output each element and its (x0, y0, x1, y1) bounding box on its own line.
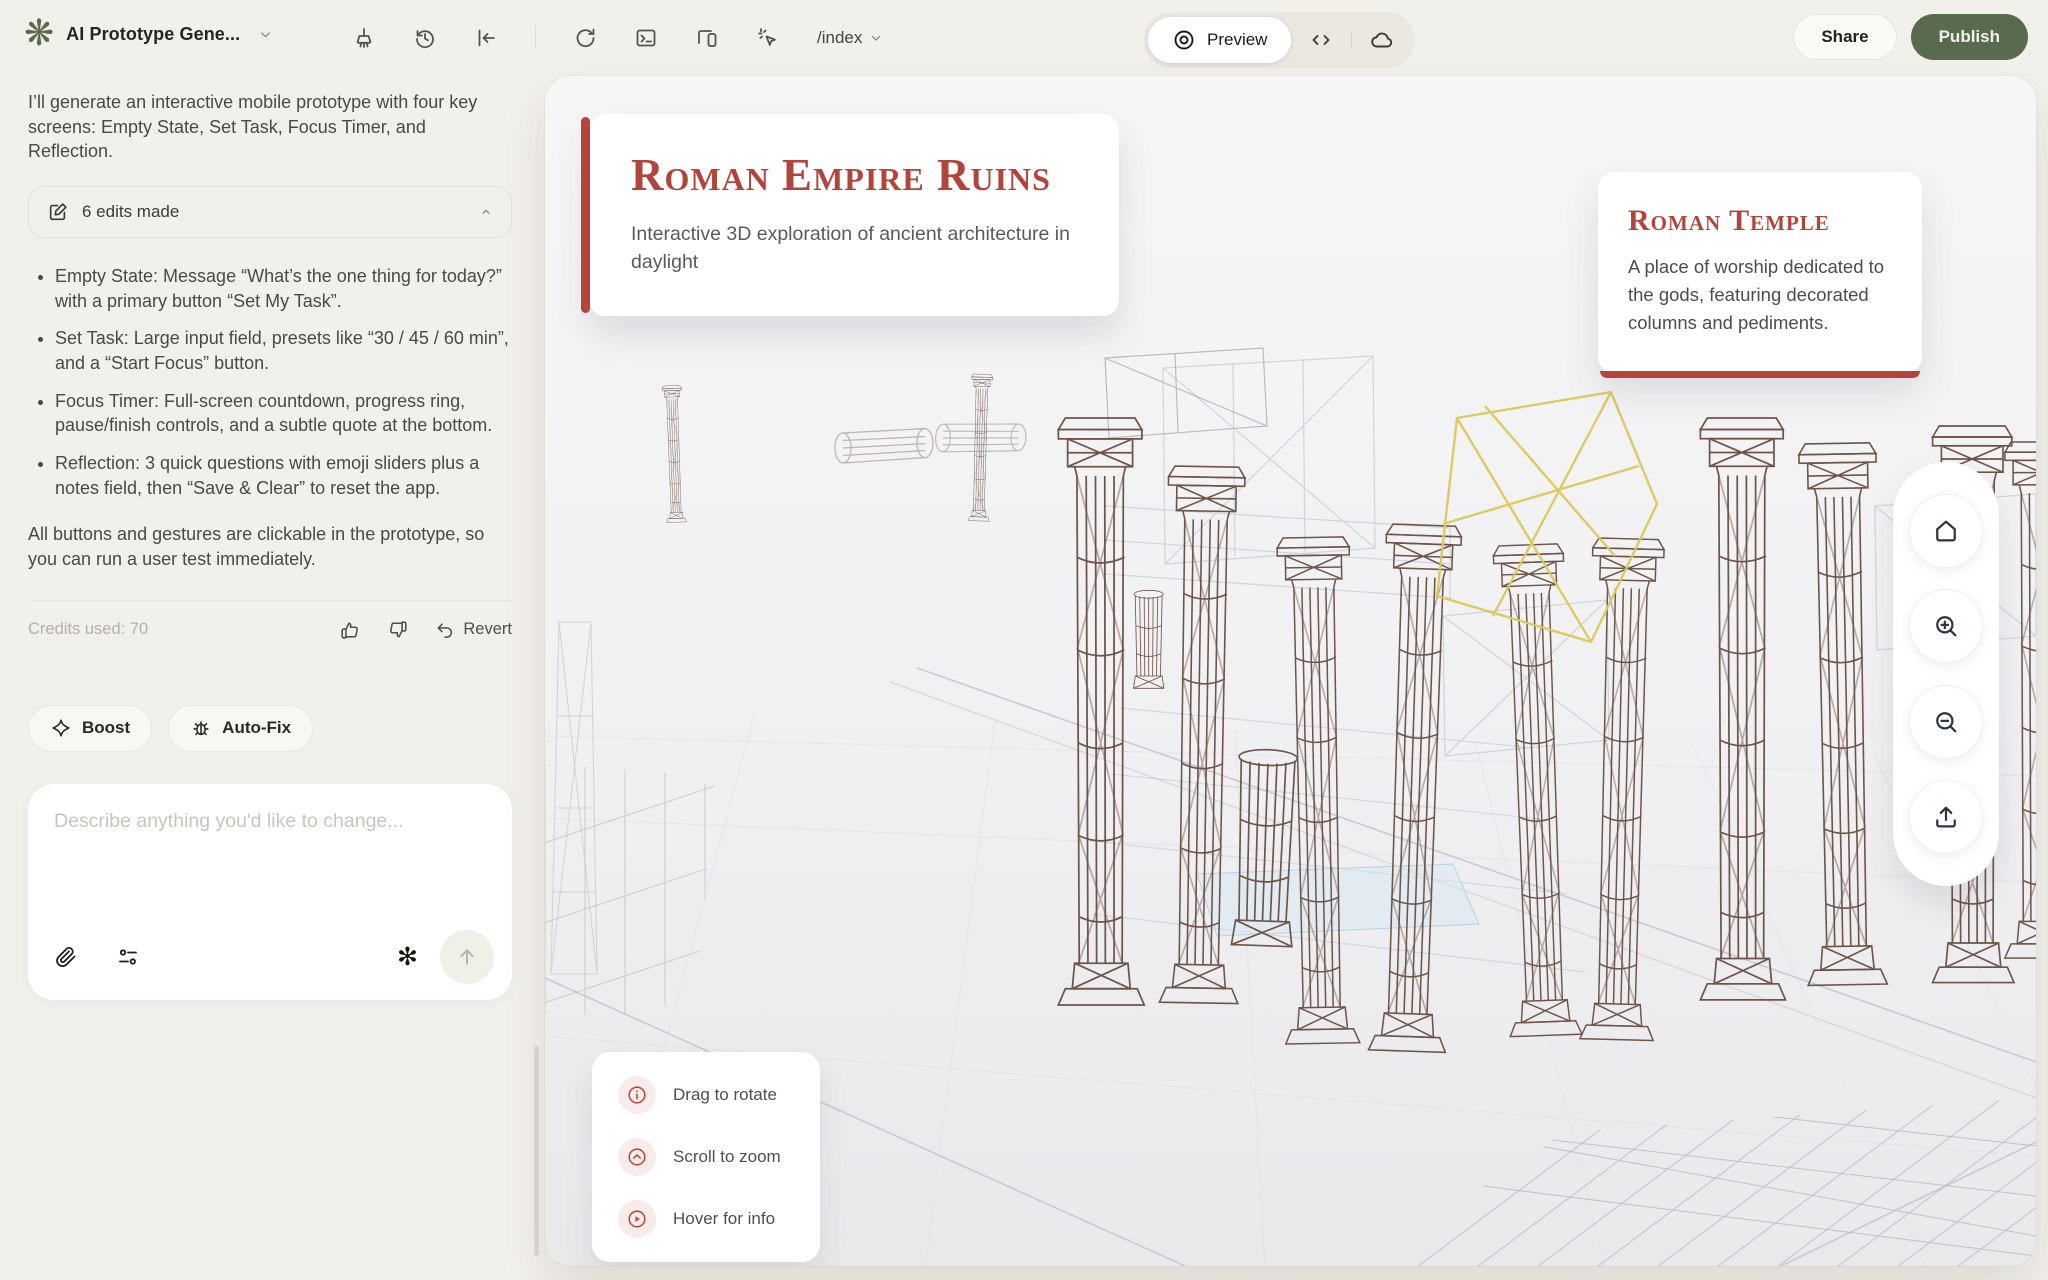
zoom-out-button[interactable] (1909, 685, 1983, 759)
code-tab[interactable] (1293, 17, 1349, 63)
thumbs-up-icon[interactable] (339, 619, 361, 641)
prompt-input[interactable] (54, 810, 486, 920)
cloud-icon (1370, 28, 1394, 52)
preview-tab-label: Preview (1207, 30, 1267, 50)
scene-subtitle: Interactive 3D exploration of ancient ar… (631, 221, 1077, 276)
cursor-select-icon[interactable] (756, 26, 780, 50)
app-logo-icon: ❋ (24, 14, 54, 54)
viewer-controls (1893, 462, 1999, 886)
assistant-message: I’ll generate an interactive mobile prot… (28, 90, 512, 164)
zoom-out-icon (1932, 708, 1960, 736)
chat-sidebar: I’ll generate an interactive mobile prot… (28, 90, 512, 1000)
interaction-hints-panel: Drag to rotate Scroll to zoom Hover for … (592, 1052, 820, 1262)
feedback-controls: Revert (339, 619, 512, 641)
publish-button[interactable]: Publish (1911, 14, 2028, 60)
settings-sliders-icon[interactable] (116, 945, 140, 969)
collapse-left-icon[interactable] (474, 26, 498, 50)
history-icon[interactable] (413, 26, 437, 50)
autofix-button[interactable]: Auto-Fix (168, 705, 313, 752)
share-button[interactable]: Share (1793, 14, 1896, 60)
responsive-devices-icon[interactable] (695, 26, 719, 50)
send-button[interactable] (440, 930, 494, 984)
toggle-divider (1351, 30, 1352, 50)
publish-label: Publish (1939, 27, 2000, 47)
scroll-icon (618, 1138, 656, 1176)
toolbar: /index (352, 0, 883, 76)
edits-summary-toggle[interactable]: 6 edits made (28, 186, 512, 238)
route-selector[interactable]: /index (817, 28, 883, 48)
info-icon (618, 1076, 656, 1114)
object-info-card: Roman Temple A place of worship dedicate… (1598, 172, 1922, 373)
credits-used: Credits used: 70 (28, 620, 148, 639)
code-icon (1309, 28, 1333, 52)
scene-title-card: Roman Empire Ruins Interactive 3D explor… (589, 114, 1119, 316)
bug-icon (190, 717, 212, 739)
hint-label: Hover for info (673, 1209, 775, 1229)
sparkle-icon (50, 717, 72, 739)
scene-title: Roman Empire Ruins (631, 150, 1077, 201)
boost-label: Boost (82, 718, 130, 738)
list-item: Focus Timer: Full-screen countdown, prog… (55, 389, 512, 438)
screen-spec-list: Empty State: Message “What’s the one thi… (28, 264, 512, 500)
assistant-message: All buttons and gestures are clickable i… (28, 522, 512, 571)
hint-row: Hover for info (618, 1200, 794, 1238)
prompt-composer: ✻ (28, 784, 512, 1000)
toolbar-divider (535, 26, 536, 50)
revert-label: Revert (463, 620, 512, 639)
undo-icon (435, 620, 455, 640)
chevron-down-icon (869, 31, 883, 45)
view-mode-toggle: Preview (1143, 12, 1415, 68)
share-label: Share (1821, 27, 1868, 47)
cloud-tab[interactable] (1354, 17, 1410, 63)
hint-label: Scroll to zoom (673, 1147, 781, 1167)
share-view-button[interactable] (1909, 780, 1983, 854)
autofix-label: Auto-Fix (222, 718, 291, 738)
upload-icon (1932, 803, 1960, 831)
edit-icon (47, 201, 69, 223)
sidebar-scrollbar[interactable] (534, 1046, 539, 1256)
divider (28, 600, 512, 601)
project-menu[interactable]: ❋ AI Prototype Gene... (24, 14, 273, 54)
zoom-in-button[interactable] (1909, 589, 1983, 663)
home-icon (1932, 517, 1960, 545)
list-item: Empty State: Message “What’s the one thi… (55, 264, 512, 313)
quick-actions: Boost Auto-Fix (28, 705, 512, 752)
hint-label: Drag to rotate (673, 1085, 777, 1105)
boost-button[interactable]: Boost (28, 705, 152, 752)
eye-icon (1172, 28, 1196, 52)
preview-canvas: Roman Empire Ruins Interactive 3D explor… (545, 76, 2036, 1266)
play-icon (618, 1200, 656, 1238)
openai-model-icon[interactable]: ✻ (397, 945, 418, 969)
hint-row: Scroll to zoom (618, 1138, 794, 1176)
hint-row: Drag to rotate (618, 1076, 794, 1114)
list-item: Set Task: Large input field, presets lik… (55, 326, 512, 375)
topbar-actions: Share Publish (1793, 14, 2028, 60)
list-item: Reflection: 3 quick questions with emoji… (55, 451, 512, 500)
arrow-up-icon (455, 945, 479, 969)
chevron-down-icon (258, 27, 273, 42)
route-label: /index (817, 28, 862, 48)
terminal-icon[interactable] (634, 26, 658, 50)
edits-summary-label: 6 edits made (82, 202, 179, 222)
brush-icon[interactable] (352, 26, 376, 50)
project-title: AI Prototype Gene... (66, 24, 240, 45)
object-title: Roman Temple (1628, 204, 1892, 237)
chevron-up-icon (479, 205, 493, 219)
attach-icon[interactable] (54, 945, 78, 969)
home-view-button[interactable] (1909, 494, 1983, 568)
zoom-in-icon (1932, 612, 1960, 640)
object-description: A place of worship dedicated to the gods… (1628, 253, 1892, 337)
composer-toolbar: ✻ (54, 930, 494, 984)
thumbs-down-icon[interactable] (387, 619, 409, 641)
topbar: ❋ AI Prototype Gene... /index (0, 0, 2048, 76)
message-footer: Credits used: 70 Revert (28, 619, 512, 641)
preview-tab[interactable]: Preview (1148, 17, 1291, 63)
revert-button[interactable]: Revert (435, 620, 512, 640)
refresh-icon[interactable] (573, 26, 597, 50)
